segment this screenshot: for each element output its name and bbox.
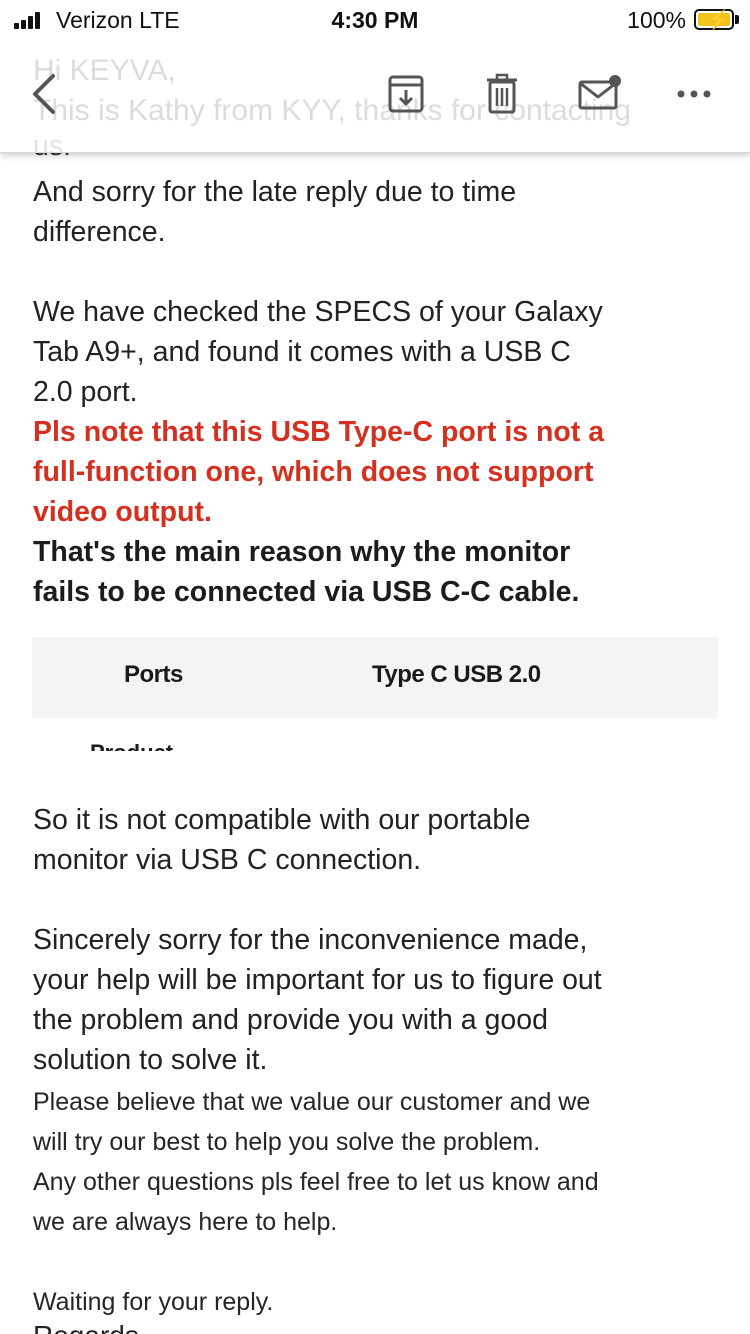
text-line: Any other questions pls feel free to let… xyxy=(33,1168,599,1196)
text-line: So it is not compatible with our portabl… xyxy=(33,804,531,836)
text-line: Tab A9+, and found it comes with a USB C xyxy=(33,336,571,368)
highlight-line: full-function one, which does not suppor… xyxy=(33,456,594,488)
text-line: difference. xyxy=(33,216,166,248)
text-line: Waiting for your reply. xyxy=(33,1288,274,1316)
text-line: your help will be important for us to fi… xyxy=(33,964,602,996)
archive-button[interactable] xyxy=(378,66,434,122)
more-icon xyxy=(677,90,711,98)
spec-table: Ports Type C USB 2.0 xyxy=(32,637,718,718)
closing-text: Regards, xyxy=(33,1322,147,1334)
battery-percent: 100% xyxy=(627,7,686,33)
text-line: 2.0 port. xyxy=(33,376,138,408)
text-line: will try our best to help you solve the … xyxy=(33,1128,541,1156)
spec-key: Ports xyxy=(124,661,183,688)
spec-value: Type C USB 2.0 xyxy=(372,661,541,688)
text-line: we are always here to help. xyxy=(33,1208,338,1236)
chevron-left-icon xyxy=(33,74,55,114)
back-button[interactable] xyxy=(18,66,70,122)
text-line: We have checked the SPECS of your Galaxy xyxy=(33,296,603,328)
highlight-line: Pls note that this USB Type-C port is no… xyxy=(33,416,605,448)
text-line: the problem and provide you with a good xyxy=(33,1004,548,1036)
text-line: monitor via USB C connection. xyxy=(33,844,422,876)
mark-unread-icon xyxy=(578,75,621,110)
delete-button[interactable] xyxy=(474,66,530,122)
more-button[interactable] xyxy=(666,66,722,122)
text-line: Please believe that we value our custome… xyxy=(33,1088,591,1116)
email-toolbar: Hi KEYVA, This is Kathy from KYY, thanks… xyxy=(0,40,750,153)
closing-cut: Regards, xyxy=(33,1322,153,1334)
battery-icon: ⚡ xyxy=(694,9,734,31)
status-bar: Verizon LTE 4:30 PM 100% ⚡ xyxy=(0,0,750,40)
bold-line: That's the main reason why the monitor xyxy=(33,536,571,568)
trash-icon xyxy=(487,73,517,114)
mark-unread-button[interactable] xyxy=(570,66,630,122)
archive-icon xyxy=(388,75,424,113)
scrolled-text: This is Kathy from KYY, thanks for conta… xyxy=(33,94,632,127)
bold-line: fails to be connected via USB C-C cable. xyxy=(33,576,580,608)
highlight-line: video output. xyxy=(33,496,212,528)
spec-next-key: Product xyxy=(90,740,173,751)
text-line: And sorry for the late reply due to time xyxy=(33,176,517,208)
spec-next-row-cut: Product xyxy=(90,733,200,751)
battery-cap xyxy=(735,15,739,24)
text-line: solution to solve it. xyxy=(33,1044,268,1076)
text-line: Sincerely sorry for the inconvenience ma… xyxy=(33,924,588,956)
